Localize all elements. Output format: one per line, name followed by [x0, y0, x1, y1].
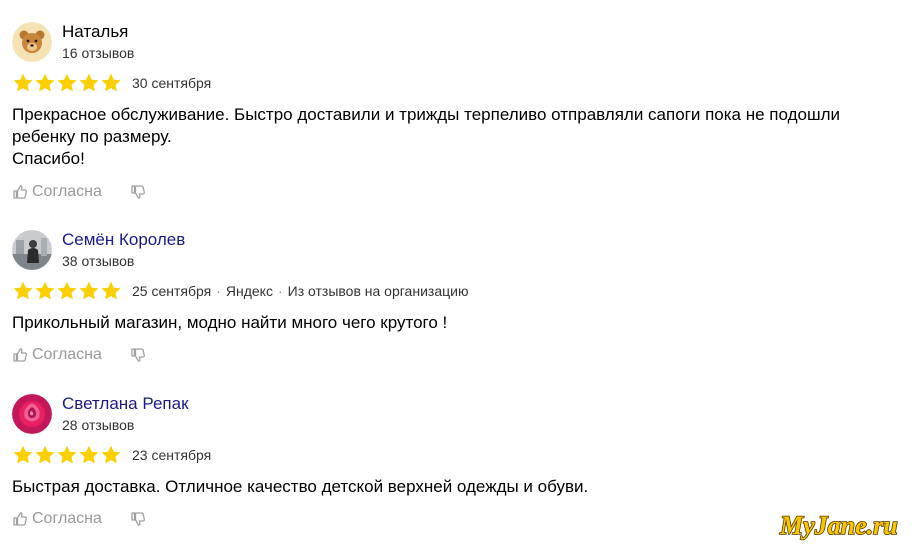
author-name[interactable]: Наталья	[62, 22, 128, 42]
review-date: 23 сентября	[132, 447, 212, 463]
star-icon	[101, 445, 121, 464]
star-icon	[13, 445, 33, 464]
agree-label: Согласна	[32, 183, 102, 200]
review-text-line: Прекрасное обслуживание. Быстро доставил…	[12, 105, 841, 124]
review-date: 30 сентября	[132, 75, 212, 91]
rose-avatar-icon[interactable]	[12, 394, 52, 434]
svg-text:MyJane.ru: MyJane.ru	[779, 511, 898, 540]
thumbs-down-icon	[131, 512, 145, 526]
review-text-line: Быстрая доставка. Отличное качество детс…	[12, 477, 589, 496]
thumbs-down-icon	[131, 348, 145, 362]
author-review-count: 16 отзывов	[62, 45, 135, 61]
thumbs-up-icon	[13, 512, 27, 526]
review-source-note: Из отзывов на организацию	[287, 283, 469, 299]
star-icon	[79, 281, 99, 300]
review-meta: 30 сентября	[132, 75, 211, 92]
rating-stars	[12, 444, 122, 466]
star-icon	[35, 445, 55, 464]
watermark-logo: MyJane.ru	[778, 510, 898, 541]
star-icon	[57, 281, 77, 300]
disagree-button[interactable]	[130, 511, 146, 527]
thumbs-up-icon	[13, 185, 27, 199]
review-actions: Согласна	[12, 509, 146, 529]
review-meta: 25 сентября · Яндекс · Из отзывов на организ…	[132, 283, 468, 300]
author-review-count: 38 отзывов	[62, 253, 135, 269]
star-icon	[101, 73, 121, 92]
disagree-button[interactable]	[130, 184, 146, 200]
agree-button[interactable]: Согласна	[12, 510, 102, 528]
author-name[interactable]: Светлана Репак	[62, 394, 189, 414]
photo-avatar-icon[interactable]	[12, 230, 52, 270]
star-icon	[79, 445, 99, 464]
separator-dot: ·	[216, 283, 221, 299]
review-text-line: ребенку по размеру.	[12, 127, 172, 146]
review-text-line: Прикольный магазин, модно найти много че…	[12, 313, 448, 332]
star-icon	[57, 445, 77, 464]
review-source[interactable]: Яндекс	[226, 283, 273, 299]
star-icon	[35, 73, 55, 92]
agree-label: Согласна	[32, 510, 102, 527]
agree-button[interactable]: Согласна	[12, 346, 102, 364]
thumbs-up-icon	[13, 348, 27, 362]
review-date: 25 сентября	[132, 283, 212, 299]
disagree-button[interactable]	[130, 347, 146, 363]
review-text-line: Спасибо!	[12, 149, 85, 168]
review-actions: Согласна	[12, 182, 146, 202]
star-icon	[57, 73, 77, 92]
author-review-count: 28 отзывов	[62, 417, 135, 433]
review-text: Прикольный магазин, модно найти много че…	[12, 312, 892, 334]
rating-stars	[12, 72, 122, 94]
author-name[interactable]: Семён Королев	[62, 230, 185, 250]
star-icon	[13, 281, 33, 300]
review-text: Быстрая доставка. Отличное качество детс…	[12, 476, 892, 498]
star-icon	[13, 73, 33, 92]
review-meta: 23 сентября	[132, 447, 211, 464]
star-icon	[101, 281, 121, 300]
thumbs-down-icon	[131, 185, 145, 199]
rating-stars	[12, 280, 122, 302]
review-text: Прекрасное обслуживание. Быстро доставил…	[12, 104, 892, 170]
star-icon	[35, 281, 55, 300]
agree-button[interactable]: Согласна	[12, 183, 102, 201]
agree-label: Согласна	[32, 346, 102, 363]
separator-dot: ·	[277, 283, 283, 299]
review-actions: Согласна	[12, 345, 146, 365]
star-icon	[79, 73, 99, 92]
bear-avatar-icon[interactable]	[12, 22, 52, 62]
